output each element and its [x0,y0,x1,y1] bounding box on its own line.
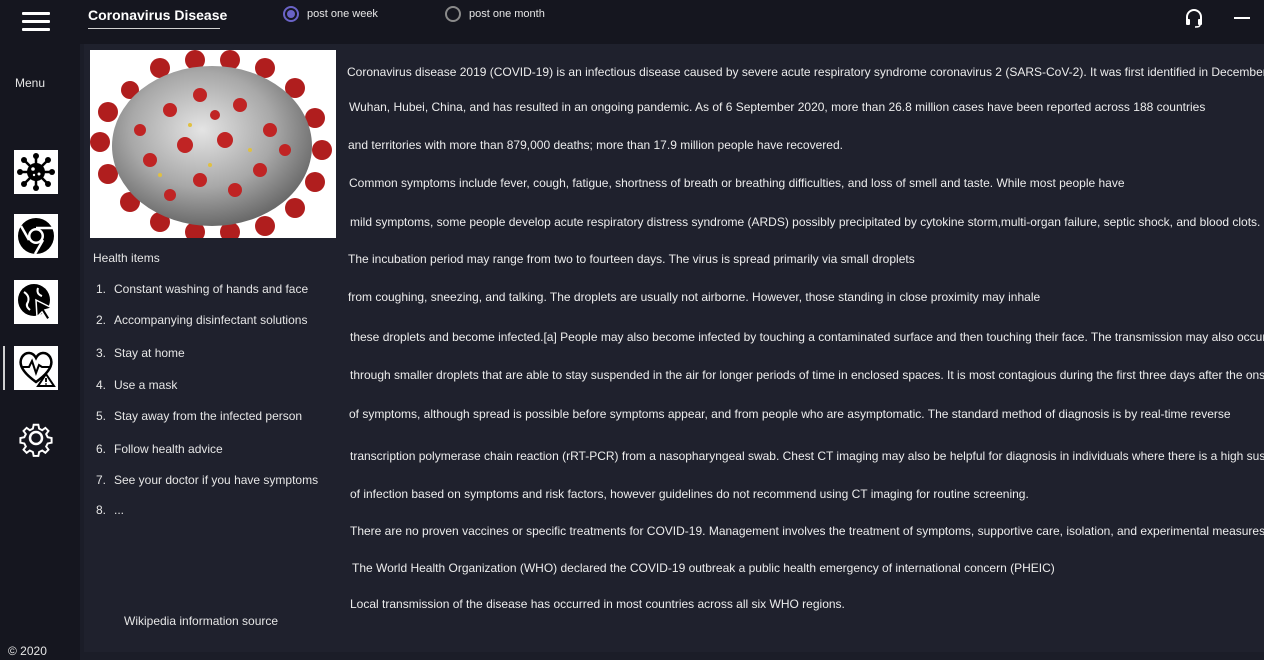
article-line: of infection based on symptoms and risk … [350,487,1029,501]
headset-icon[interactable] [1184,8,1204,28]
list-item: 6. Follow health advice [96,442,223,456]
article-line: through smaller droplets that are able t… [350,368,1264,382]
gear-icon[interactable] [14,416,58,460]
menu-label: Menu [14,76,46,90]
coronavirus-image [90,50,336,238]
article-line: Coronavirus disease 2019 (COVID-19) is a… [347,65,1264,79]
article-line: from coughing, sneezing, and talking. Th… [348,290,1041,304]
top-bar: Coronavirus Disease post one week post o… [80,0,1264,44]
radio-unchecked-icon [445,6,461,22]
list-item: 2. Accompanying disinfectant solutions [96,313,308,327]
radio-post-one-month[interactable]: post one month [445,6,545,22]
list-item: 5. Stay away from the infected person [96,409,303,423]
heart-pulse-alert-icon[interactable] [14,346,58,390]
chrome-icon[interactable] [14,214,58,258]
article-line: transcription polymerase chain reaction … [350,449,1264,463]
article-line: mild symptoms, some people develop acute… [350,215,1261,229]
radio-checked-icon [283,6,299,22]
article-line: Local transmission of the disease has oc… [350,597,845,611]
radio-month-label: post one month [469,8,545,20]
minimize-button[interactable] [1234,17,1250,19]
article-line: Wuhan, Hubei, China, and has resulted in… [349,100,1206,114]
list-item: 3. Stay at home [96,346,185,360]
copyright: © 2020 [8,644,47,658]
list-item: 4. Use a mask [96,378,178,392]
title-underline [88,28,220,29]
radio-post-one-week[interactable]: post one week [283,6,378,22]
article-line: these droplets and become infected.[a] P… [350,330,1264,344]
article-line: The World Health Organization (WHO) decl… [352,561,1055,575]
article-line: The incubation period may range from two… [348,252,915,266]
list-item: 1. Constant washing of hands and face [96,282,309,296]
wikipedia-source-link[interactable]: Wikipedia information source [124,614,278,628]
globe-cursor-icon[interactable] [14,280,58,324]
article-line: There are no proven vaccines or specific… [350,524,1264,538]
virus-icon[interactable] [14,150,58,194]
list-item: 8.... [96,503,125,517]
list-item: 7. See your doctor if you have symptoms [96,473,319,487]
page-title: Coronavirus Disease [88,7,228,23]
radio-week-label: post one week [307,8,378,20]
article-line: of symptoms, although spread is possible… [349,407,1231,421]
article-line: Common symptoms include fever, cough, fa… [349,176,1125,190]
article-line: and territories with more than 879,000 d… [348,138,843,152]
hamburger-menu-icon[interactable] [22,12,50,32]
sidebar: Menu © 2020 [0,0,80,660]
health-items-title: Health items [93,251,160,265]
active-indicator [3,346,5,390]
